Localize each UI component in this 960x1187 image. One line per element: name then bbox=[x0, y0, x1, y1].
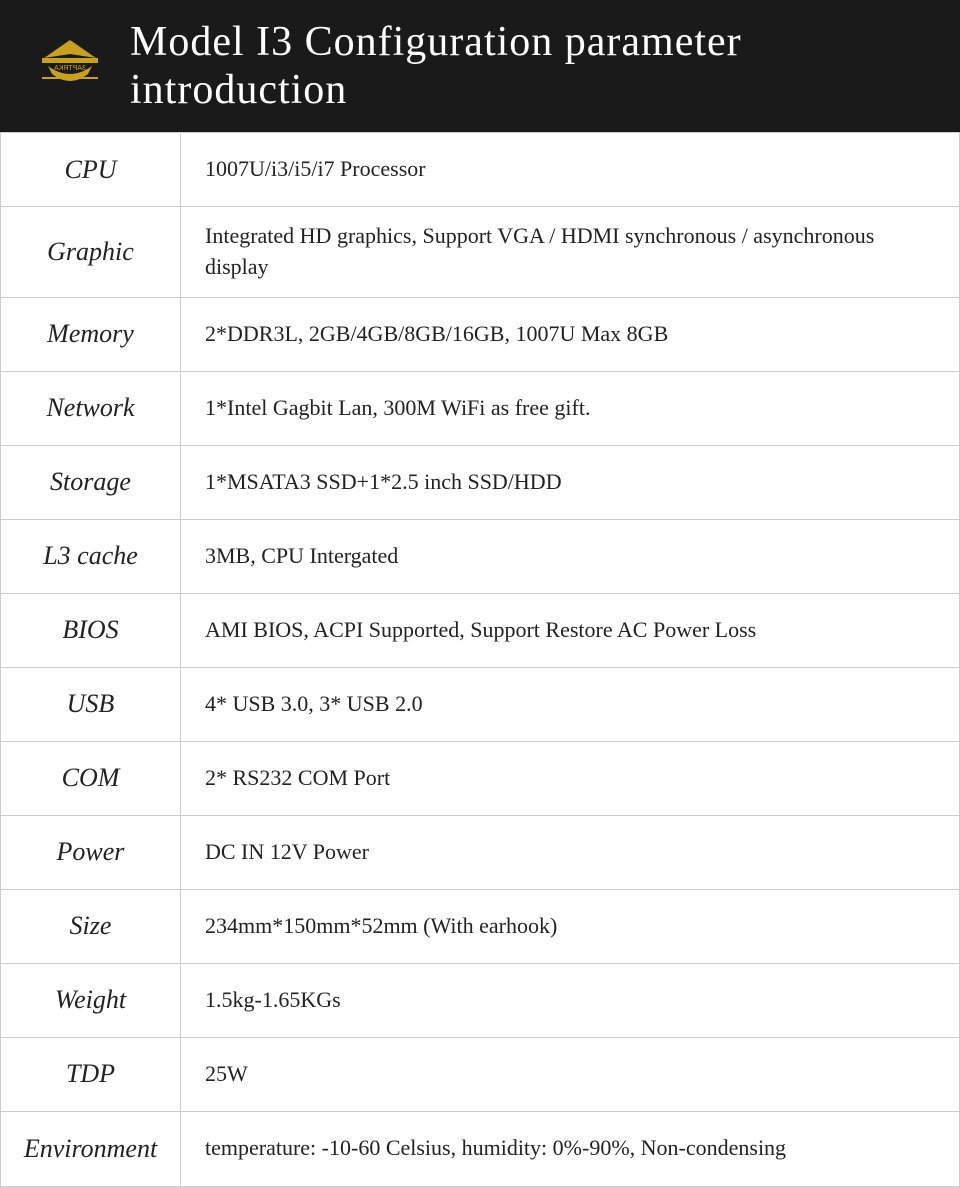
table-row: Network1*Intel Gagbit Lan, 300M WiFi as … bbox=[1, 372, 959, 446]
brand-logo: 3APTRKA bbox=[34, 36, 106, 96]
spec-value: temperature: -10-60 Celsius, humidity: 0… bbox=[181, 1112, 959, 1186]
spec-label: Power bbox=[1, 816, 181, 889]
table-row: Size234mm*150mm*52mm (With earhook) bbox=[1, 890, 959, 964]
table-row: COM2* RS232 COM Port bbox=[1, 742, 959, 816]
table-row: Memory2*DDR3L, 2GB/4GB/8GB/16GB, 1007U M… bbox=[1, 298, 959, 372]
spec-label: Storage bbox=[1, 446, 181, 519]
spec-value: 2* RS232 COM Port bbox=[181, 742, 959, 815]
spec-value: 4* USB 3.0, 3* USB 2.0 bbox=[181, 668, 959, 741]
table-row: L3 cache3MB, CPU Intergated bbox=[1, 520, 959, 594]
spec-label: CPU bbox=[1, 133, 181, 206]
spec-value: AMI BIOS, ACPI Supported, Support Restor… bbox=[181, 594, 959, 667]
spec-value: 2*DDR3L, 2GB/4GB/8GB/16GB, 1007U Max 8GB bbox=[181, 298, 959, 371]
spec-label: USB bbox=[1, 668, 181, 741]
spec-label: Size bbox=[1, 890, 181, 963]
table-row: USB4* USB 3.0, 3* USB 2.0 bbox=[1, 668, 959, 742]
spec-value: 1007U/i3/i5/i7 Processor bbox=[181, 133, 959, 206]
table-row: BIOSAMI BIOS, ACPI Supported, Support Re… bbox=[1, 594, 959, 668]
spec-label: Weight bbox=[1, 964, 181, 1037]
spec-value: Integrated HD graphics, Support VGA / HD… bbox=[181, 207, 959, 297]
spec-value: 1*MSATA3 SSD+1*2.5 inch SSD/HDD bbox=[181, 446, 959, 519]
header: 3APTRKA Model I3 Configuration parameter… bbox=[0, 0, 960, 132]
table-row: Weight1.5kg-1.65KGs bbox=[1, 964, 959, 1038]
spec-label: BIOS bbox=[1, 594, 181, 667]
table-row: Environmenttemperature: -10-60 Celsius, … bbox=[1, 1112, 959, 1186]
spec-label: Environment bbox=[1, 1112, 181, 1186]
svg-text:3APTRKA: 3APTRKA bbox=[54, 65, 86, 72]
spec-label: Graphic bbox=[1, 207, 181, 297]
spec-label: COM bbox=[1, 742, 181, 815]
specs-table: CPU1007U/i3/i5/i7 ProcessorGraphicIntegr… bbox=[0, 132, 960, 1187]
spec-label: L3 cache bbox=[1, 520, 181, 593]
table-row: Storage1*MSATA3 SSD+1*2.5 inch SSD/HDD bbox=[1, 446, 959, 520]
spec-value: 234mm*150mm*52mm (With earhook) bbox=[181, 890, 959, 963]
logo-area: 3APTRKA bbox=[30, 36, 110, 96]
spec-value: 1*Intel Gagbit Lan, 300M WiFi as free gi… bbox=[181, 372, 959, 445]
spec-value: 25W bbox=[181, 1038, 959, 1111]
table-row: PowerDC IN 12V Power bbox=[1, 816, 959, 890]
spec-value: 1.5kg-1.65KGs bbox=[181, 964, 959, 1037]
spec-value: 3MB, CPU Intergated bbox=[181, 520, 959, 593]
spec-label: Network bbox=[1, 372, 181, 445]
spec-label: Memory bbox=[1, 298, 181, 371]
table-row: CPU1007U/i3/i5/i7 Processor bbox=[1, 133, 959, 207]
table-row: TDP25W bbox=[1, 1038, 959, 1112]
page-title: Model I3 Configuration parameter introdu… bbox=[130, 18, 930, 114]
table-row: GraphicIntegrated HD graphics, Support V… bbox=[1, 207, 959, 298]
spec-value: DC IN 12V Power bbox=[181, 816, 959, 889]
spec-label: TDP bbox=[1, 1038, 181, 1111]
